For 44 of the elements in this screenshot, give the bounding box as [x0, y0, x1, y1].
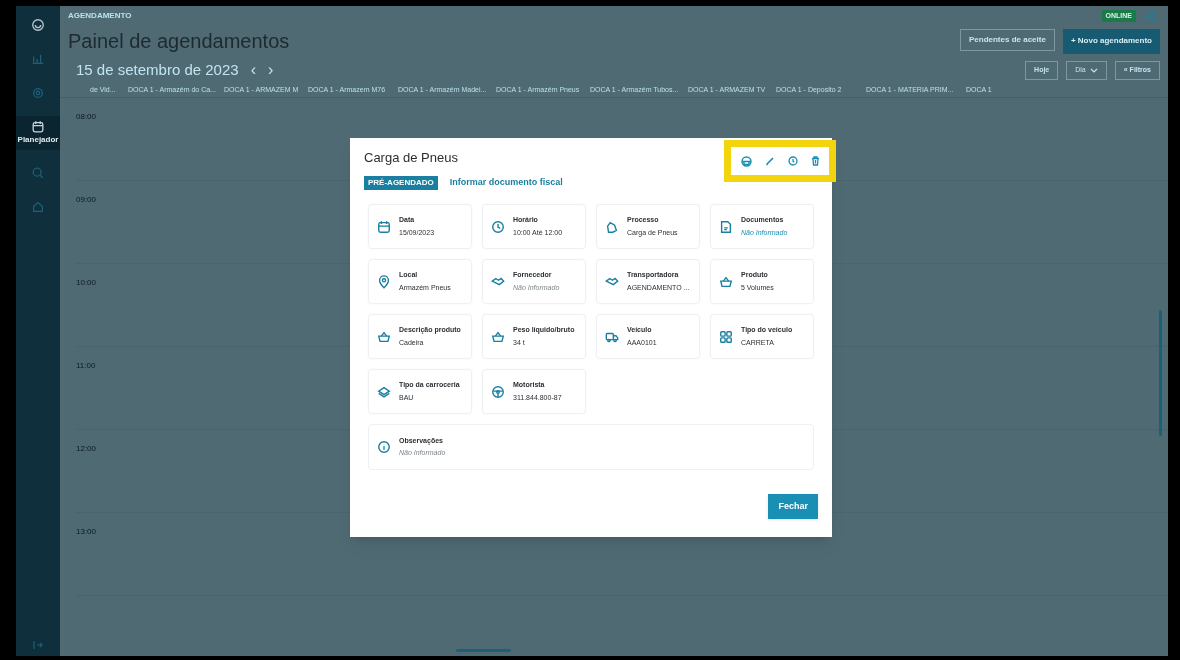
trash-icon[interactable] [810, 156, 820, 166]
page-title: Painel de agendamentos [68, 29, 290, 54]
time-label: 08:00 [76, 112, 97, 121]
time-label: 13:00 [76, 527, 97, 536]
dialog-title: Carga de Pneus [364, 149, 458, 168]
time-label: 11:00 [76, 361, 96, 370]
fiscal-document-link[interactable]: Informar documento fiscal [449, 176, 563, 190]
time-label: 10:00 [76, 278, 97, 287]
basket-icon [377, 329, 391, 344]
previous-button[interactable]: ‹ [250, 58, 256, 82]
user-icon[interactable] [1144, 10, 1156, 22]
calendar-icon [377, 219, 391, 234]
date-heading: 15 de setembro de 2023 [76, 59, 239, 80]
print-icon[interactable] [740, 155, 752, 167]
vertical-scrollbar[interactable] [1159, 310, 1162, 436]
steering-wheel-icon [491, 384, 505, 399]
basket-icon [719, 274, 733, 289]
pending-button[interactable]: Pendentes de aceite [959, 28, 1055, 51]
info-icon [377, 440, 391, 454]
sidebar-item[interactable]: Planejador [16, 116, 60, 150]
time-label: 09:00 [76, 195, 97, 204]
layers-icon [377, 384, 391, 399]
basket-icon [491, 329, 505, 344]
close-button[interactable]: Fechar [768, 494, 818, 519]
chart-icon [31, 52, 45, 66]
clock-icon [491, 219, 505, 234]
logo-icon [31, 18, 45, 32]
time-label: 12:00 [76, 444, 97, 453]
edit-icon[interactable] [764, 156, 775, 166]
search-icon [31, 166, 45, 180]
chevron-down-icon [1089, 67, 1098, 73]
logout-icon[interactable] [33, 640, 43, 650]
pin-icon [377, 274, 391, 289]
home-icon [31, 200, 45, 214]
gear-icon [31, 86, 45, 100]
new-schedule-button[interactable]: + Novo agendamento [1062, 28, 1160, 54]
grid-icon [719, 329, 733, 344]
document-icon [719, 219, 733, 234]
status-badge: PRÉ-AGENDADO [364, 176, 438, 190]
calendar-icon [31, 120, 45, 134]
horizontal-scrollbar[interactable] [456, 649, 511, 652]
clock-icon[interactable] [787, 156, 798, 166]
breadcrumb[interactable]: AGENDAMENTO [68, 10, 132, 22]
next-button[interactable]: › [267, 58, 274, 82]
